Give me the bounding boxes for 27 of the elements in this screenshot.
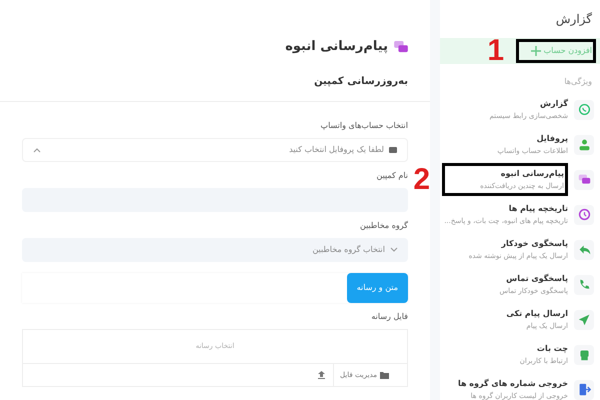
sidebar-heading: گزارش: [554, 11, 593, 28]
item-title: پیام‌رسانی انبوه: [500, 168, 564, 180]
item-title: چت بات: [536, 342, 568, 355]
section-label: ویژگی‌ها: [563, 76, 593, 88]
field-label: فایل رسانه: [370, 311, 408, 323]
field-label: انتخاب حساب‌های واتساپ: [320, 120, 408, 132]
field-label: گروه مخاطبین: [359, 220, 408, 232]
select-field[interactable]: لطفا یک پروفایل انتخاب کنید: [22, 138, 408, 162]
annotation-number: 1: [487, 36, 504, 66]
item-title: گزارش: [538, 98, 568, 110]
card-icon: [389, 147, 397, 153]
item-title: ارسال پیام تکی: [506, 308, 568, 320]
item-title: پاسخگوی خودکار: [500, 238, 568, 250]
item-title: پاسخگوی تماس: [505, 272, 568, 285]
upload-icon[interactable]: [318, 371, 325, 379]
chevron-up-icon: [33, 147, 41, 153]
card-title: به‌روزرسانی کمپین: [0, 74, 430, 102]
item-title: پروفایل: [536, 132, 568, 145]
annotation-number: 2: [413, 164, 430, 194]
page-title: پیام‌رسانی انبوه: [285, 38, 388, 56]
plus-icon: [530, 46, 541, 56]
chevron-down-icon: [390, 247, 398, 253]
folder-icon: [380, 372, 389, 378]
item-title: تاریخچه پیام ها: [508, 202, 568, 215]
chat-icon: [394, 41, 408, 53]
field-label: نام کمپین: [375, 170, 408, 182]
item-title: خروجی شماره های گروه ها: [458, 378, 568, 390]
